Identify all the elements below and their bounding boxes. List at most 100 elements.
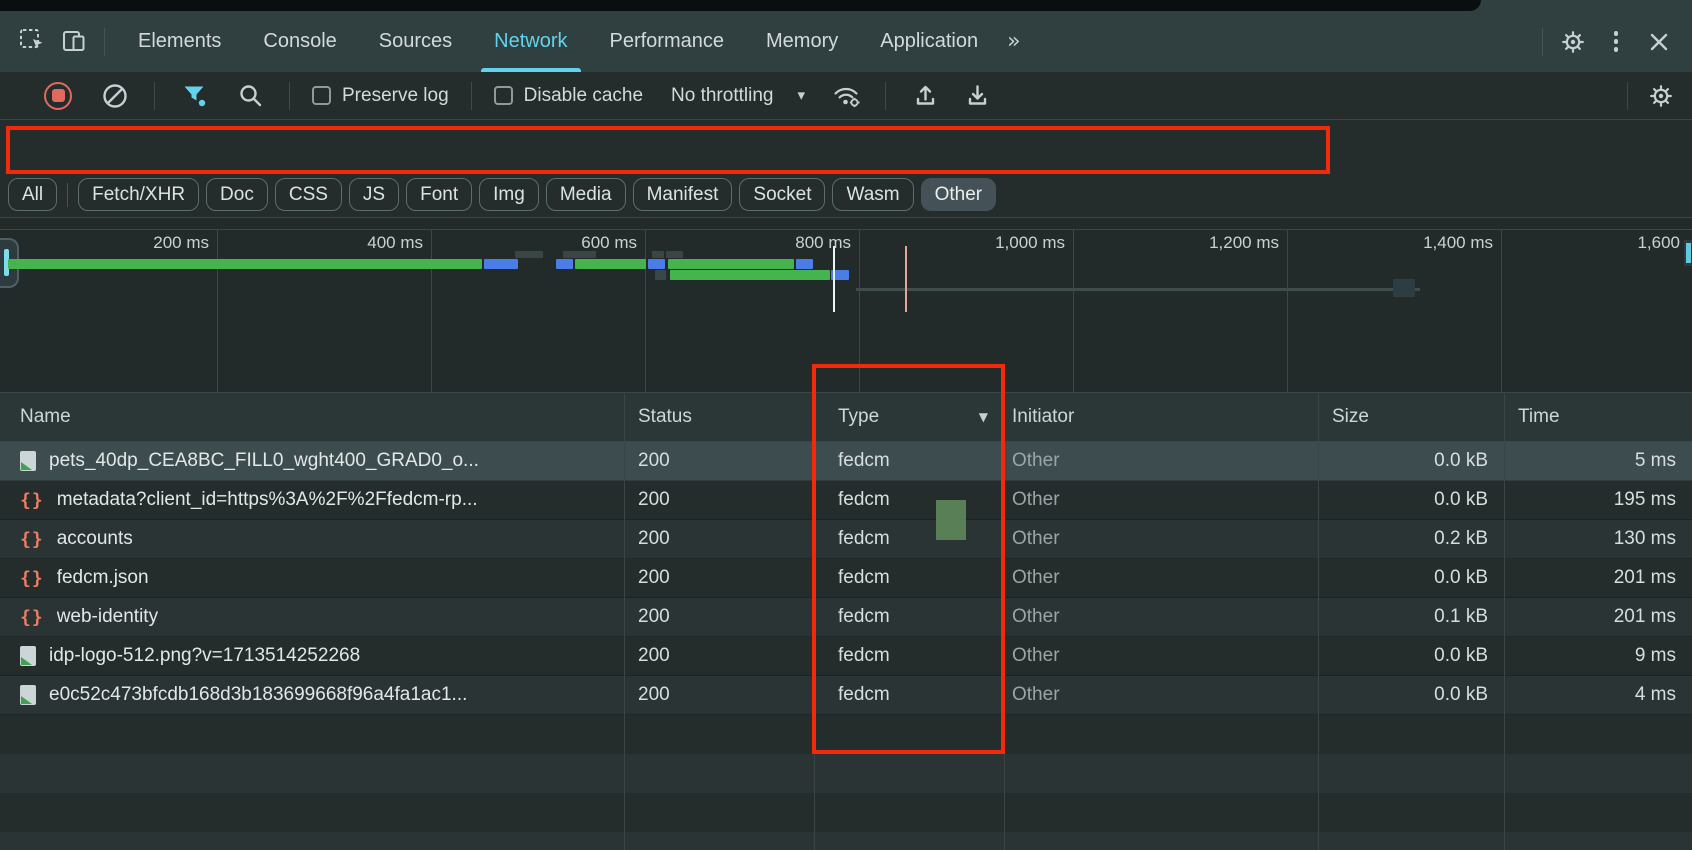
fetch-braces-icon: {} [20,568,44,589]
resource-type-chips: All Fetch/XHR Doc CSS JS Font Img Media … [0,172,1692,218]
chip-socket[interactable]: Socket [739,178,825,211]
ruler-tick-label: 800 ms [795,233,851,253]
cell-status: 200 [624,606,814,628]
throttling-select[interactable]: No throttling ▾ [671,85,805,107]
timeline-gridline [1287,229,1288,392]
cell-size: 0.0 kB [1318,684,1504,706]
chip-wasm[interactable]: Wasm [832,178,913,211]
filter-icon[interactable] [177,79,211,113]
record-button[interactable] [44,82,72,110]
cell-name: {}accounts [0,528,624,550]
cell-name: pets_40dp_CEA8BC_FILL0_wght400_GRAD0_o..… [0,450,624,472]
cell-size: 0.0 kB [1318,645,1504,667]
cell-initiator: Other [1004,645,1318,667]
chip-fetch-xhr[interactable]: Fetch/XHR [78,178,199,211]
tab-memory[interactable]: Memory [745,11,859,72]
request-name: web-identity [57,606,158,628]
chip-all[interactable]: All [8,178,57,211]
column-header-name[interactable]: Name [0,406,624,428]
waterfall-segment [8,259,482,269]
chip-js[interactable]: JS [349,178,399,211]
column-separator[interactable] [1504,392,1505,850]
request-name: accounts [57,528,133,550]
close-icon[interactable] [1642,25,1676,59]
annotation-box-type-column [812,364,1005,754]
ruler-tick-label: 1,400 ms [1423,233,1493,253]
cell-time: 4 ms [1504,684,1692,706]
column-header-size[interactable]: Size [1318,406,1504,428]
chip-doc[interactable]: Doc [206,178,268,211]
waterfall-segment [670,270,830,280]
search-icon[interactable] [233,79,267,113]
tab-performance[interactable]: Performance [589,11,746,72]
cell-size: 0.0 kB [1318,489,1504,511]
timeline-gridline [645,229,646,392]
clear-network-log-icon[interactable] [98,79,132,113]
tabbar-separator [104,28,105,56]
overview-right-grip[interactable] [1684,240,1692,266]
column-header-time[interactable]: Time [1504,406,1692,428]
tab-sources[interactable]: Sources [358,11,473,72]
window-top-strip-black [0,0,1481,11]
annotation-box-filter [6,126,1330,174]
toolbar-separator [1627,82,1628,110]
cell-time: 195 ms [1504,489,1692,511]
chevron-down-icon: ▾ [797,88,805,103]
cell-status: 200 [624,567,814,589]
network-conditions-icon[interactable] [829,79,863,113]
image-file-icon [20,646,36,666]
waterfall-segment [556,259,573,269]
column-separator[interactable] [1318,392,1319,850]
disable-cache-control: Disable cache [494,85,643,107]
fetch-braces-icon: {} [20,607,44,628]
request-name: pets_40dp_CEA8BC_FILL0_wght400_GRAD0_o..… [49,450,479,472]
chip-manifest[interactable]: Manifest [633,178,733,211]
waterfall-segment [563,251,596,258]
more-tabs-icon[interactable]: » [999,29,1028,54]
export-har-icon[interactable] [960,79,994,113]
tab-application[interactable]: Application [859,11,999,72]
image-file-icon [20,685,36,705]
cell-size: 0.0 kB [1318,567,1504,589]
tab-elements[interactable]: Elements [117,11,242,72]
timeline-gridline [1501,229,1502,392]
chip-divider [67,183,68,207]
kebab-menu-icon[interactable] [1603,25,1629,59]
settings-gear-icon[interactable] [1556,25,1590,59]
domcontentloaded-event-line [833,246,835,312]
disable-cache-checkbox[interactable] [494,86,513,105]
inspect-icon[interactable] [16,25,50,59]
timeline-gridline [217,229,218,392]
ruler-tick-label: 200 ms [153,233,209,253]
chip-img[interactable]: Img [479,178,539,211]
cell-initiator: Other [1004,606,1318,628]
waterfall-segment [652,251,664,258]
column-header-status[interactable]: Status [624,406,814,428]
tab-network[interactable]: Network [473,11,588,72]
cell-initiator: Other [1004,489,1318,511]
chip-css[interactable]: CSS [275,178,342,211]
timeline-gridline [1073,229,1074,392]
toolbar-separator [154,82,155,110]
cell-status: 200 [624,450,814,472]
import-har-icon[interactable] [908,79,942,113]
device-toolbar-icon[interactable] [58,25,92,59]
cell-status: 200 [624,645,814,667]
column-separator[interactable] [624,392,625,850]
chip-media[interactable]: Media [546,178,626,211]
ruler-tick-label: 1,200 ms [1209,233,1279,253]
preserve-log-checkbox[interactable] [312,86,331,105]
toolbar-separator [885,82,886,110]
network-settings-gear-icon[interactable] [1644,79,1678,113]
tab-console[interactable]: Console [242,11,357,72]
column-header-initiator[interactable]: Initiator [1004,406,1318,428]
cell-time: 5 ms [1504,450,1692,472]
chip-other[interactable]: Other [921,178,997,211]
empty-table-stripe [0,793,1692,832]
devtools-tabbar: Elements Console Sources Network Perform… [0,11,1692,72]
cell-size: 0.1 kB [1318,606,1504,628]
cell-status: 200 [624,489,814,511]
cell-time: 201 ms [1504,567,1692,589]
request-name: idp-logo-512.png?v=1713514252268 [49,645,360,667]
chip-font[interactable]: Font [406,178,472,211]
